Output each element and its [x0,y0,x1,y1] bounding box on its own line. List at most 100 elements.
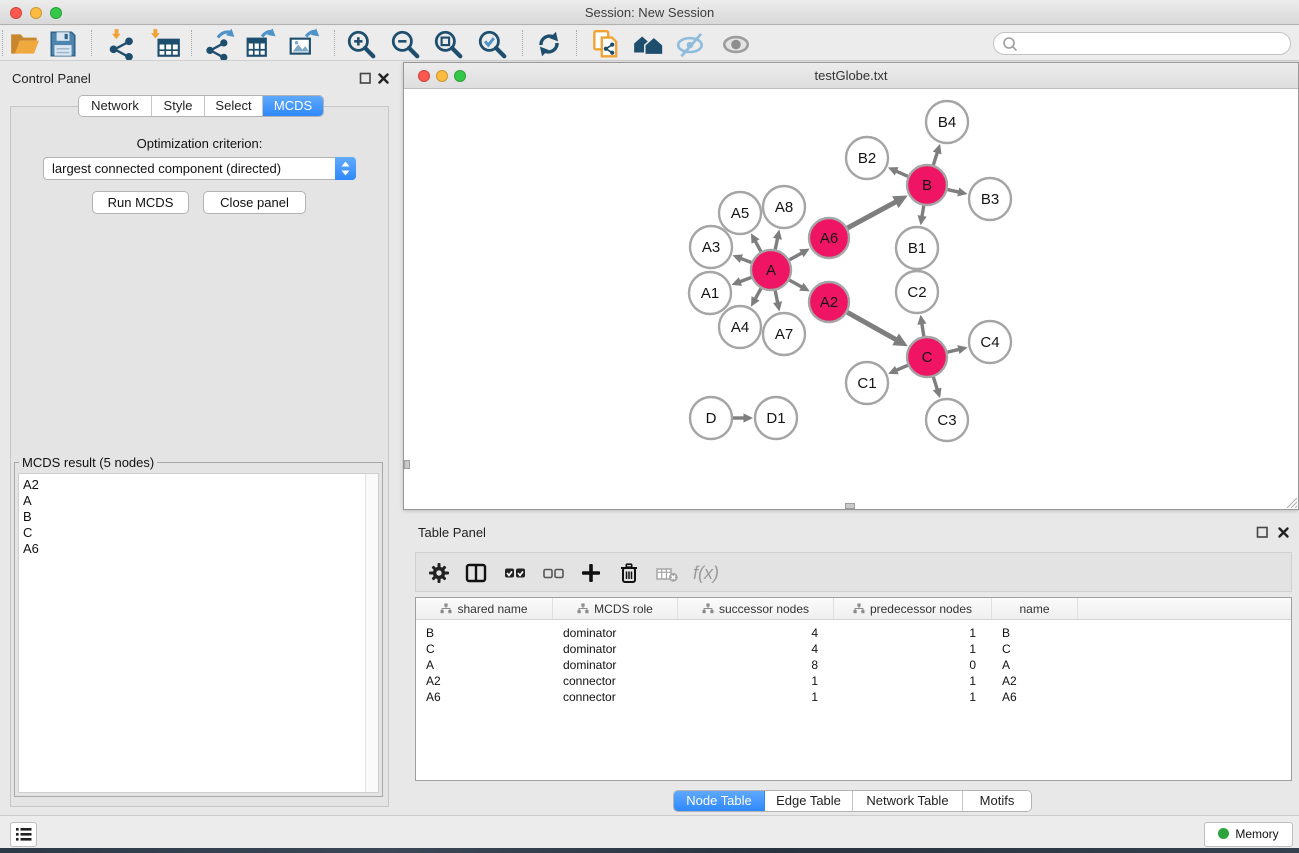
edge-B-B3[interactable] [947,187,967,196]
edge-A-A8[interactable] [773,230,782,250]
cell-successor[interactable]: 4 [678,625,834,641]
search-input[interactable] [1019,35,1290,53]
node-A2[interactable]: A2 [809,282,849,322]
import-network-icon[interactable] [105,28,137,60]
node-C2[interactable]: C2 [896,271,938,313]
node-B2[interactable]: B2 [846,137,888,179]
table-row-b[interactable]: Bdominator41B [416,625,1291,641]
mcds-result-item-c[interactable]: C [19,525,378,541]
cell-name[interactable]: C [992,641,1078,657]
column-layout-icon[interactable] [464,561,488,585]
cell-mcds-role[interactable]: dominator [553,641,678,657]
export-image-icon[interactable] [288,28,320,60]
cell-mcds-role[interactable]: connector [553,689,678,705]
zoom-fit-icon[interactable] [432,28,464,60]
edge-A-A5[interactable] [751,233,761,251]
tab-select[interactable]: Select [205,96,263,116]
cell-name[interactable]: A [992,657,1078,673]
node-A4[interactable]: A4 [719,306,761,348]
first-neighbors-icon[interactable] [632,28,664,60]
table-row-c[interactable]: Cdominator41C [416,641,1291,657]
hide-selected-icon[interactable] [675,28,707,60]
tab-network-table[interactable]: Network Table [853,791,963,811]
search-field[interactable] [993,32,1291,55]
node-A8[interactable]: A8 [763,186,805,228]
show-all-icon[interactable] [720,28,752,60]
node-A6[interactable]: A6 [809,218,849,258]
mcds-result-item-a[interactable]: A [19,493,378,509]
cell-shared-name[interactable]: B [416,625,553,641]
open-session-icon[interactable] [9,28,41,60]
mcds-result-item-a2[interactable]: A2 [19,477,378,493]
edge-A-A4[interactable] [751,288,761,306]
cell-name[interactable]: A2 [992,673,1078,689]
edge-C-C3[interactable] [933,377,942,398]
cell-predecessor[interactable]: 1 [834,625,992,641]
settings-gear-icon[interactable] [427,561,451,585]
cell-shared-name[interactable]: A [416,657,553,673]
node-C1[interactable]: C1 [846,362,888,404]
edge-A6-B[interactable] [847,195,907,228]
mcds-result-item-b[interactable]: B [19,509,378,525]
edge-A-A3[interactable] [732,254,751,263]
edge-A-A1[interactable] [732,277,752,286]
cell-shared-name[interactable]: C [416,641,553,657]
column-header-mcds-role[interactable]: MCDS role [553,598,678,619]
node-A5[interactable]: A5 [719,192,761,234]
new-network-from-selection-icon[interactable] [589,28,621,60]
cell-mcds-role[interactable]: connector [553,673,678,689]
mcds-result-scrollbar[interactable] [365,474,378,792]
edge-A-A2[interactable] [789,280,809,291]
cell-predecessor[interactable]: 1 [834,641,992,657]
cell-successor[interactable]: 4 [678,641,834,657]
export-network-icon[interactable] [203,28,235,60]
save-session-icon[interactable] [47,28,79,60]
table-row-a2[interactable]: A2connector11A2 [416,673,1291,689]
tab-network[interactable]: Network [79,96,152,116]
add-column-icon[interactable] [579,561,603,585]
cell-predecessor[interactable]: 1 [834,689,992,705]
column-header-successor-nodes[interactable]: successor nodes [678,598,834,619]
memory-button[interactable]: Memory [1204,822,1293,847]
horizontal-scrollbar-nub[interactable] [845,503,855,509]
network-graph[interactable]: B4B2BB3A8A5A6A3B1AA1C2A2A4A7C4CC1C3DD1 [404,89,1298,509]
column-header-name[interactable]: name [992,598,1078,619]
node-B[interactable]: B [907,165,947,205]
control-panel-float-icon[interactable] [359,72,372,85]
node-A1[interactable]: A1 [689,272,731,314]
cell-mcds-role[interactable]: dominator [553,625,678,641]
cell-successor[interactable]: 1 [678,673,834,689]
cell-shared-name[interactable]: A6 [416,689,553,705]
node-B4[interactable]: B4 [926,101,968,143]
deselect-all-rows-icon[interactable] [541,561,565,585]
tab-motifs[interactable]: Motifs [963,791,1031,811]
delete-column-icon[interactable] [617,561,641,585]
cell-mcds-role[interactable]: dominator [553,657,678,673]
edge-B-B2[interactable] [888,167,908,176]
edge-B-B1[interactable] [918,206,927,226]
tab-edge-table[interactable]: Edge Table [765,791,853,811]
edge-C-C2[interactable] [917,315,926,337]
node-D1[interactable]: D1 [755,397,797,439]
tab-style[interactable]: Style [152,96,205,116]
column-header-shared-name[interactable]: shared name [416,598,553,619]
task-history-button[interactable] [10,822,37,847]
import-table-icon[interactable] [150,28,182,60]
cell-predecessor[interactable]: 0 [834,657,992,673]
zoom-selected-icon[interactable] [476,28,508,60]
tab-node-table[interactable]: Node Table [674,791,765,811]
select-all-rows-icon[interactable] [503,561,527,585]
control-panel-close-icon[interactable] [377,72,390,85]
node-B3[interactable]: B3 [969,178,1011,220]
cell-name[interactable]: A6 [992,689,1078,705]
edge-D-D1[interactable] [733,413,753,422]
cell-predecessor[interactable]: 1 [834,673,992,689]
node-D[interactable]: D [690,397,732,439]
cell-successor[interactable]: 8 [678,657,834,673]
node-B1[interactable]: B1 [896,227,938,269]
edge-A-A7[interactable] [773,291,782,312]
node-A[interactable]: A [751,250,791,290]
node-A3[interactable]: A3 [690,226,732,268]
edge-C-C1[interactable] [888,365,908,374]
cell-shared-name[interactable]: A2 [416,673,553,689]
